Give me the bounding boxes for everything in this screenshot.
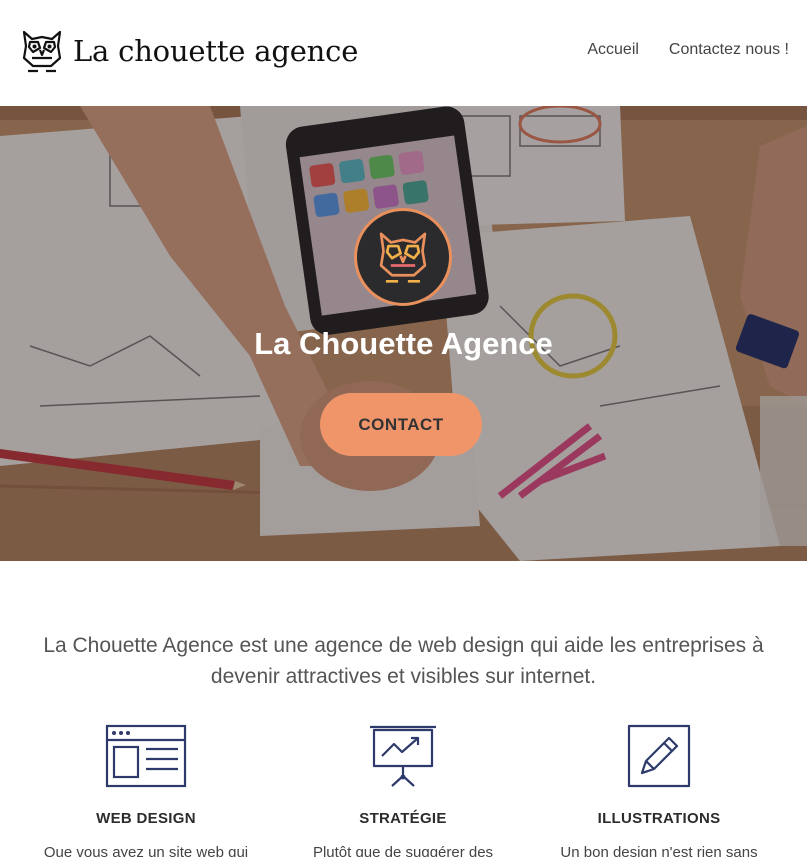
main-nav: Accueil Contactez nous ! (587, 41, 789, 59)
brand-logo[interactable]: La chouette agence (20, 28, 358, 74)
owl-logo-icon (22, 30, 62, 73)
owl-badge (354, 208, 452, 306)
feature-strategie: STRATÉGIE Plutôt que de suggérer des (288, 724, 518, 857)
feature-web-design: WEB DESIGN Que vous ayez un site web qui (31, 724, 261, 857)
brand-name: La chouette agence (73, 34, 359, 68)
browser-window-icon (105, 724, 187, 788)
feature-title: STRATÉGIE (359, 810, 447, 827)
feature-desc: Que vous ayez un site web qui (43, 844, 249, 857)
nav-link-accueil[interactable]: Accueil (587, 41, 639, 59)
nav-link-contact[interactable]: Contactez nous ! (669, 41, 789, 59)
hero-title: La Chouette Agence (254, 326, 553, 361)
pencil-icon (627, 724, 691, 788)
feature-desc: Un bon design n'est rien sans (560, 844, 758, 857)
intro-text: La Chouette Agence est une agence de web… (43, 634, 764, 688)
contact-button[interactable]: CONTACT (320, 393, 482, 456)
owl-badge-icon (379, 232, 427, 283)
presentation-board-icon (370, 725, 436, 787)
hero-section: La Chouette Agence CONTACT (0, 106, 807, 561)
feature-desc: Plutôt que de suggérer des (312, 844, 494, 857)
feature-illustrations: ILLUSTRATIONS Un bon design n'est rien s… (544, 724, 774, 857)
feature-title: ILLUSTRATIONS (597, 810, 721, 827)
feature-title: WEB DESIGN (96, 810, 196, 827)
site-header: La chouette agence Accueil Contactez nou… (0, 0, 807, 106)
